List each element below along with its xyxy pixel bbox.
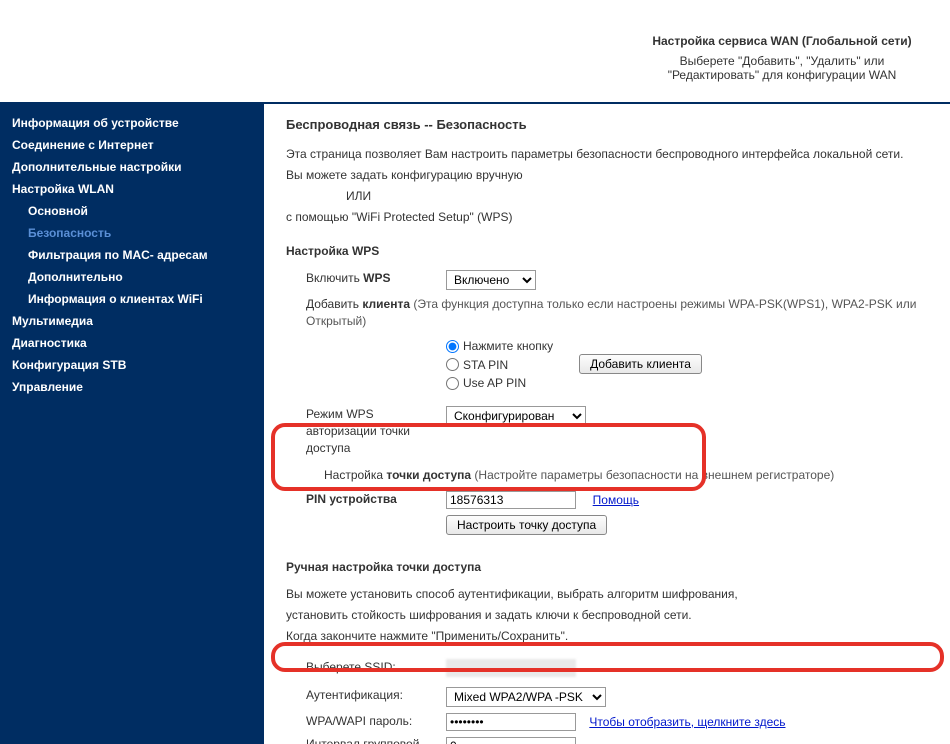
header-text-block: Настройка сервиса WAN (Глобальной сети) … — [642, 34, 922, 82]
add-client-note: Добавить клиента (Эта функция доступна т… — [286, 296, 928, 330]
reveal-password-link[interactable]: Чтобы отобразить, щелкните здесь — [589, 715, 785, 729]
nav-wlan-clients[interactable]: Информация о клиентах WiFi — [0, 288, 264, 310]
wps-heading: Настройка WPS — [286, 243, 928, 260]
wpa-password-input[interactable] — [446, 713, 576, 731]
manual-desc1: Вы можете установить способ аутентификац… — [286, 586, 928, 603]
nav-wlan-security[interactable]: Безопасность — [0, 222, 264, 244]
sidebar: Информация об устройстве Соединение с Ин… — [0, 104, 264, 744]
nav-advanced[interactable]: Дополнительные настройки — [0, 156, 264, 178]
nav-wlan-mac[interactable]: Фильтрация по MAC- адресам — [0, 244, 264, 266]
radio-push-input[interactable] — [446, 340, 459, 353]
nav-wlan-extra[interactable]: Дополнительно — [0, 266, 264, 288]
page-title: Беспроводная связь -- Безопасность — [286, 116, 928, 134]
nav-wlan-basic[interactable]: Основной — [0, 200, 264, 222]
add-client-button[interactable]: Добавить клиента — [579, 354, 702, 374]
radio-sta-pin[interactable]: STA PIN — [446, 357, 553, 374]
nav-diagnostics[interactable]: Диагностика — [0, 332, 264, 354]
auth-select[interactable]: Mixed WPA2/WPA -PSK — [446, 687, 606, 707]
desc-line3: с помощью "WiFi Protected Setup" (WPS) — [286, 209, 928, 226]
help-link[interactable]: Помощь — [593, 493, 639, 507]
desc-line2: Вы можете задать конфигурацию вручную — [286, 167, 928, 184]
wps-enable-select[interactable]: Включено — [446, 270, 536, 290]
radio-sta-input[interactable] — [446, 358, 459, 371]
rekey-label: Интервал групповой смены ключа WPA: — [286, 737, 446, 744]
radio-push-button[interactable]: Нажмите кнопку — [446, 338, 553, 355]
header-subtitle: Выберете "Добавить", "Удалить" или "Реда… — [642, 54, 922, 82]
ssid-select[interactable] — [446, 659, 576, 677]
rekey-input[interactable] — [446, 737, 576, 744]
manual-desc2: установить стойкость шифрования и задать… — [286, 607, 928, 624]
manual-heading: Ручная настройка точки доступа — [286, 559, 928, 576]
pin-label: PIN устройства — [286, 491, 446, 508]
ssid-label: Выберете SSID: — [286, 659, 446, 676]
pin-input[interactable] — [446, 491, 576, 509]
nav-internet[interactable]: Соединение с Интернет — [0, 134, 264, 156]
wpa-password-label: WPA/WAPI пароль: — [286, 713, 446, 730]
desc-or: ИЛИ — [286, 188, 928, 205]
auth-label: Аутентификация: — [286, 687, 446, 704]
wps-mode-label: Режим WPS авторизации точки доступа — [286, 406, 446, 456]
nav-device-info[interactable]: Информация об устройстве — [0, 112, 264, 134]
configure-ap-button[interactable]: Настроить точку доступа — [446, 515, 607, 535]
ap-setup-note: Настройка точки доступа (Настройте парам… — [286, 467, 928, 484]
header: Настройка сервиса WAN (Глобальной сети) … — [0, 0, 950, 104]
nav-wlan[interactable]: Настройка WLAN — [0, 178, 264, 200]
wps-enable-label: Включить WPS — [286, 270, 446, 287]
nav-multimedia[interactable]: Мультимедиа — [0, 310, 264, 332]
radio-ap-pin[interactable]: Use AP PIN — [446, 375, 553, 392]
desc-line1: Эта страница позволяет Вам настроить пар… — [286, 146, 928, 163]
header-title: Настройка сервиса WAN (Глобальной сети) — [642, 34, 922, 48]
wps-mode-select[interactable]: Сконфигурирован — [446, 406, 586, 426]
nav-stb[interactable]: Конфигурация STB — [0, 354, 264, 376]
content: Беспроводная связь -- Безопасность Эта с… — [264, 104, 950, 744]
nav-manage[interactable]: Управление — [0, 376, 264, 398]
radio-ap-input[interactable] — [446, 377, 459, 390]
manual-desc3: Когда закончите нажмите "Применить/Сохра… — [286, 628, 928, 645]
